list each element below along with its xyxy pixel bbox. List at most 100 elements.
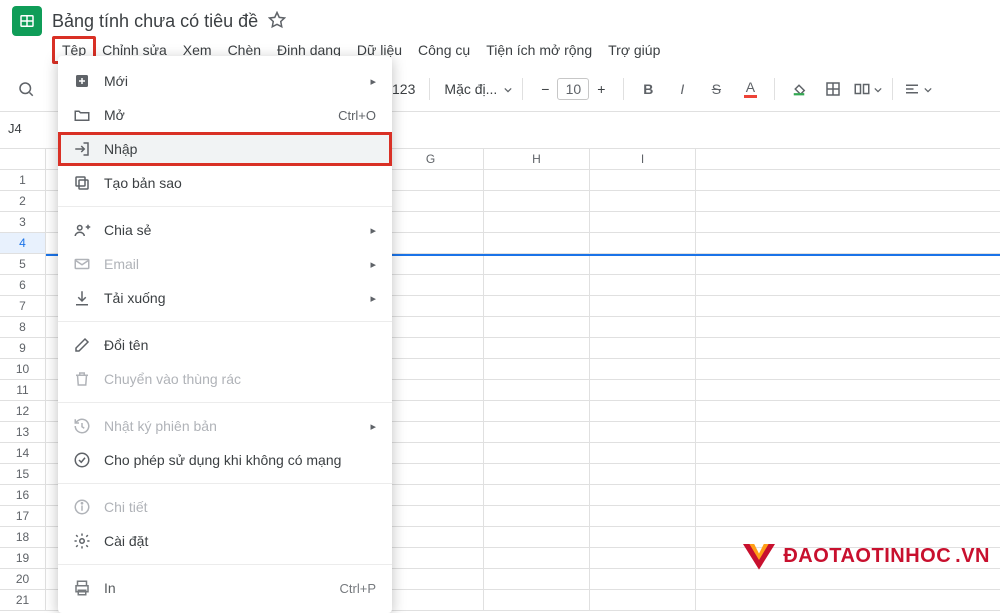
cell[interactable] [484,443,590,463]
cell[interactable] [378,254,484,274]
cell[interactable] [590,380,696,400]
text-color-button[interactable]: A [736,75,764,103]
name-box[interactable]: J4 [4,118,50,139]
cell[interactable] [590,506,696,526]
cell[interactable] [378,422,484,442]
borders-button[interactable] [819,75,847,103]
column-header[interactable]: I [590,149,696,169]
cell[interactable] [378,464,484,484]
italic-button[interactable]: I [668,75,696,103]
column-header[interactable]: G [378,149,484,169]
row-header[interactable]: 18 [0,527,46,548]
cell[interactable] [484,212,590,232]
cell[interactable] [484,527,590,547]
file-menu-email[interactable]: Email ▸ [58,247,392,281]
row-header[interactable]: 13 [0,422,46,443]
cell[interactable] [484,296,590,316]
row-header[interactable]: 3 [0,212,46,233]
cell[interactable] [484,275,590,295]
cell[interactable] [590,485,696,505]
row-header[interactable]: 2 [0,191,46,212]
cell[interactable] [484,464,590,484]
cell[interactable] [378,212,484,232]
cell[interactable] [590,254,696,274]
cell[interactable] [590,338,696,358]
row-header[interactable]: 21 [0,590,46,611]
font-size-decrease[interactable]: − [533,77,557,101]
file-menu-download[interactable]: Tải xuống ▸ [58,281,392,315]
cell[interactable] [484,338,590,358]
format-number-button[interactable]: 123 [388,75,419,103]
menu-tools[interactable]: Công cụ [410,38,478,62]
cell[interactable] [484,317,590,337]
cell[interactable] [484,506,590,526]
font-size-increase[interactable]: + [589,77,613,101]
cell[interactable] [378,317,484,337]
cell[interactable] [484,191,590,211]
cell[interactable] [378,443,484,463]
horizontal-align-button[interactable] [903,75,932,103]
cell[interactable] [484,359,590,379]
file-menu-details[interactable]: Chi tiết [58,490,392,524]
cell[interactable] [378,548,484,568]
file-menu-offline[interactable]: Cho phép sử dụng khi không có mạng [58,443,392,477]
document-title[interactable]: Bảng tính chưa có tiêu đề [52,11,258,32]
cell[interactable] [590,296,696,316]
cell[interactable] [378,506,484,526]
cell[interactable] [484,590,590,610]
row-header[interactable]: 20 [0,569,46,590]
file-menu-make-copy[interactable]: Tạo bản sao [58,166,392,200]
row-header[interactable]: 7 [0,296,46,317]
cell[interactable] [590,569,696,589]
cell[interactable] [484,233,590,253]
row-header[interactable]: 5 [0,254,46,275]
cell[interactable] [484,170,590,190]
menu-extensions[interactable]: Tiện ích mở rộng [478,38,600,62]
file-menu-rename[interactable]: Đổi tên [58,328,392,362]
cell[interactable] [590,527,696,547]
cell[interactable] [378,590,484,610]
sheets-logo[interactable] [12,6,42,36]
cell[interactable] [590,464,696,484]
cell[interactable] [590,191,696,211]
column-header[interactable]: H [484,149,590,169]
cell[interactable] [590,422,696,442]
row-header[interactable]: 4 [0,233,46,254]
cell[interactable] [378,233,484,253]
font-size-input[interactable]: 10 [557,78,589,100]
cell[interactable] [378,401,484,421]
row-header[interactable]: 11 [0,380,46,401]
bold-button[interactable]: B [634,75,662,103]
fill-color-button[interactable] [785,75,813,103]
cell[interactable] [590,401,696,421]
file-menu-open[interactable]: Mở Ctrl+O [58,98,392,132]
row-header[interactable]: 17 [0,506,46,527]
row-header[interactable]: 14 [0,443,46,464]
cell[interactable] [378,485,484,505]
strikethrough-button[interactable]: S [702,75,730,103]
file-menu-new[interactable]: Mới ▸ [58,64,392,98]
cell[interactable] [484,548,590,568]
cell[interactable] [378,380,484,400]
row-header[interactable]: 10 [0,359,46,380]
cell[interactable] [378,359,484,379]
cell[interactable] [484,254,590,274]
cell[interactable] [484,401,590,421]
merge-cells-button[interactable] [853,75,882,103]
font-family-dropdown[interactable]: Mặc đị... [440,75,512,103]
cell[interactable] [378,170,484,190]
row-header[interactable]: 15 [0,464,46,485]
file-menu-settings[interactable]: Cài đặt [58,524,392,558]
cell[interactable] [378,191,484,211]
cell[interactable] [590,275,696,295]
cell[interactable] [484,569,590,589]
cell[interactable] [590,212,696,232]
menu-help[interactable]: Trợ giúp [600,38,668,62]
select-all-corner[interactable] [0,148,46,170]
row-header[interactable]: 19 [0,548,46,569]
cell[interactable] [378,527,484,547]
file-menu-version-history[interactable]: Nhật ký phiên bản ▸ [58,409,392,443]
cell[interactable] [378,338,484,358]
row-header[interactable]: 9 [0,338,46,359]
search-icon[interactable] [12,75,40,103]
